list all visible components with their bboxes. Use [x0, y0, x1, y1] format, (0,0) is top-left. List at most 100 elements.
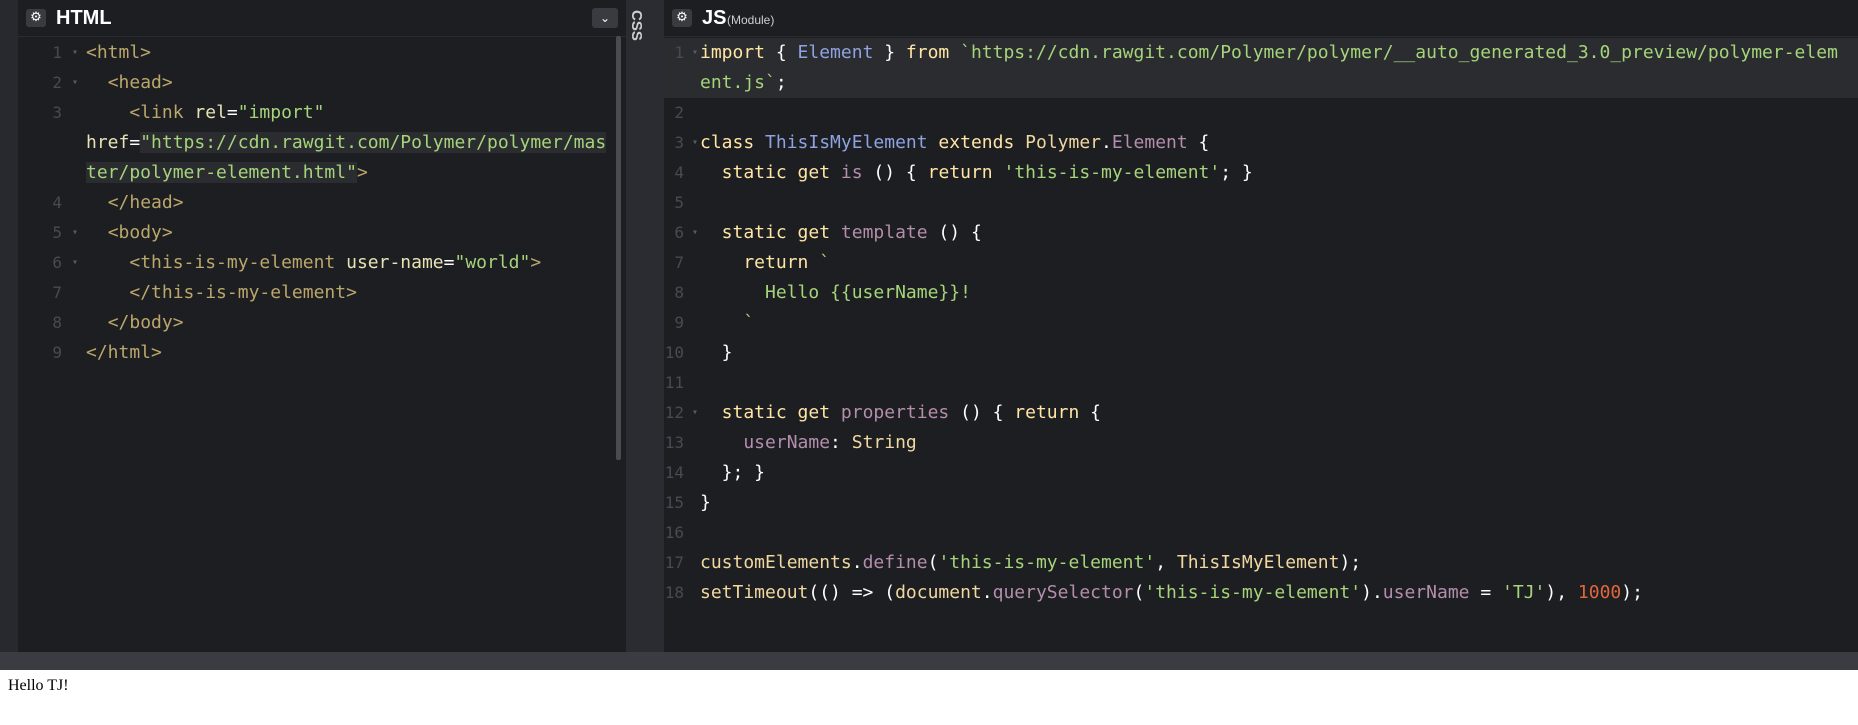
- code-line: 6 ▾ static get template () {: [664, 218, 1858, 248]
- line-number: 9: [52, 343, 62, 362]
- line-number: 15: [664, 493, 684, 512]
- result-preview: Hello TJ!: [0, 670, 1858, 725]
- punctuation: {: [1187, 132, 1210, 153]
- html-tag: </head>: [107, 192, 184, 213]
- line-number: 8: [674, 283, 684, 302]
- punctuation: }: [700, 492, 711, 513]
- js-panel-subtitle: (Module): [727, 13, 775, 27]
- line-number: 7: [674, 253, 684, 272]
- fold-toggle-icon[interactable]: ▾: [72, 68, 78, 98]
- code-line: 13 userName: String: [664, 428, 1858, 458]
- fold-toggle-icon[interactable]: ▾: [72, 248, 78, 278]
- code-line: 12 ▾ static get properties () { return {: [664, 398, 1858, 428]
- code-line: 14 }; }: [664, 458, 1858, 488]
- line-number: 10: [664, 343, 684, 362]
- code-line: 7 </this-is-my-element>: [18, 278, 626, 308]
- line-number: 7: [52, 283, 62, 302]
- html-attr-value: "import": [237, 102, 325, 123]
- class-name: ThisIsMyElement: [765, 132, 928, 153]
- code-line: 17 customElements.define('this-is-my-elem…: [664, 548, 1858, 578]
- equals-sign: =: [226, 102, 238, 123]
- line-number: 9: [674, 313, 684, 332]
- line-number: 4: [52, 193, 62, 212]
- js-panel-title: JS: [702, 7, 727, 29]
- fold-toggle-icon[interactable]: ▾: [692, 218, 698, 248]
- method-name: properties: [840, 402, 950, 423]
- html-tag: </body>: [107, 312, 184, 333]
- punctuation: }; }: [700, 462, 766, 483]
- line-number: 2: [674, 103, 684, 122]
- html-attr-value: "world": [454, 252, 531, 273]
- line-number: 11: [664, 373, 684, 392]
- html-tag: <head>: [107, 72, 173, 93]
- method-name: template: [840, 222, 928, 243]
- punctuation: ,: [1155, 552, 1177, 573]
- punctuation: .: [851, 552, 863, 573]
- css-panel-title[interactable]: CSS: [628, 10, 645, 41]
- punctuation: (() => (: [808, 582, 896, 603]
- identifier: customElements: [700, 552, 852, 573]
- line-number: 6: [52, 253, 62, 272]
- punctuation: {: [765, 42, 798, 63]
- line-number: 5: [52, 223, 62, 242]
- line-number: 18: [664, 583, 684, 602]
- identifier: setTimeout: [700, 582, 809, 603]
- result-text: Hello TJ!: [8, 677, 69, 694]
- code-line: 3 <link rel="import": [18, 98, 626, 128]
- code-line: 15}: [664, 488, 1858, 518]
- panel-divider[interactable]: [644, 0, 664, 652]
- css-collapsed-panel[interactable]: CSS: [626, 0, 645, 652]
- js-code-editor[interactable]: 1 ▾ import { Element } from `https://cdn.r…: [664, 38, 1858, 652]
- chevron-down-icon[interactable]: ⌄: [592, 8, 618, 28]
- fold-toggle-icon[interactable]: ▾: [692, 398, 698, 428]
- code-line: 4 static get is () { return 'this-is-my-…: [664, 158, 1858, 188]
- html-tag: <link: [129, 102, 195, 123]
- punctuation: ),: [1545, 582, 1578, 603]
- punctuation: ; }: [1220, 162, 1253, 183]
- method-name: define: [862, 552, 928, 573]
- line-number: 13: [664, 433, 684, 452]
- line-number: 1: [674, 43, 684, 62]
- identifier: Polymer: [1025, 132, 1101, 153]
- punctuation: .: [1101, 132, 1112, 153]
- fold-toggle-icon[interactable]: ▾: [692, 128, 698, 158]
- code-line: 5: [664, 188, 1858, 218]
- punctuation: ;: [775, 72, 787, 93]
- identifier: document: [895, 582, 982, 603]
- string-literal: 'TJ': [1502, 582, 1546, 603]
- code-line: 16: [664, 518, 1858, 548]
- punctuation: );: [1339, 552, 1362, 573]
- html-tag: <body>: [107, 222, 173, 243]
- fold-toggle-icon[interactable]: ▾: [692, 38, 698, 68]
- html-panel-header: ⚙ HTML ⌄: [18, 0, 626, 37]
- line-number: 17: [664, 553, 684, 572]
- identifier: String: [851, 432, 917, 453]
- line-number: 3: [674, 133, 684, 152]
- html-tag: <this-is-my-element: [129, 252, 347, 273]
- line-number: 6: [674, 223, 684, 242]
- keyword: extends: [927, 132, 1026, 153]
- property: userName: [1382, 582, 1470, 603]
- method-name: is: [840, 162, 863, 183]
- resize-handle[interactable]: [0, 652, 1858, 670]
- string-literal: 'this-is-my-element': [1144, 582, 1362, 603]
- code-line: 3 ▾ class ThisIsMyElement extends Polymer.…: [664, 128, 1858, 158]
- js-panel-header: ⚙ JS (Module): [664, 0, 1858, 37]
- punctuation: {: [1079, 402, 1102, 423]
- line-number: 8: [52, 313, 62, 332]
- html-panel-title: HTML: [56, 7, 112, 29]
- code-line: 7 return `: [664, 248, 1858, 278]
- fold-toggle-icon[interactable]: ▾: [72, 218, 78, 248]
- gear-icon[interactable]: ⚙: [672, 9, 692, 27]
- gear-icon[interactable]: ⚙: [26, 9, 46, 27]
- html-code-editor[interactable]: 1 ▾ <html> 2 ▾ <head> 3 <link rel="import" …: [18, 38, 626, 652]
- code-line: 6 ▾ <this-is-my-element user-name="world"…: [18, 248, 626, 278]
- line-number: 5: [674, 193, 684, 212]
- code-line: 18 setTimeout(() => (document.querySelect…: [664, 578, 1858, 608]
- fold-toggle-icon[interactable]: ▾: [72, 38, 78, 68]
- html-scrollbar-thumb[interactable]: [616, 36, 621, 460]
- code-line: 1 ▾ <html>: [18, 38, 626, 68]
- punctuation: () {: [862, 162, 928, 183]
- keyword: static get: [700, 222, 841, 243]
- punctuation: =: [1469, 582, 1503, 603]
